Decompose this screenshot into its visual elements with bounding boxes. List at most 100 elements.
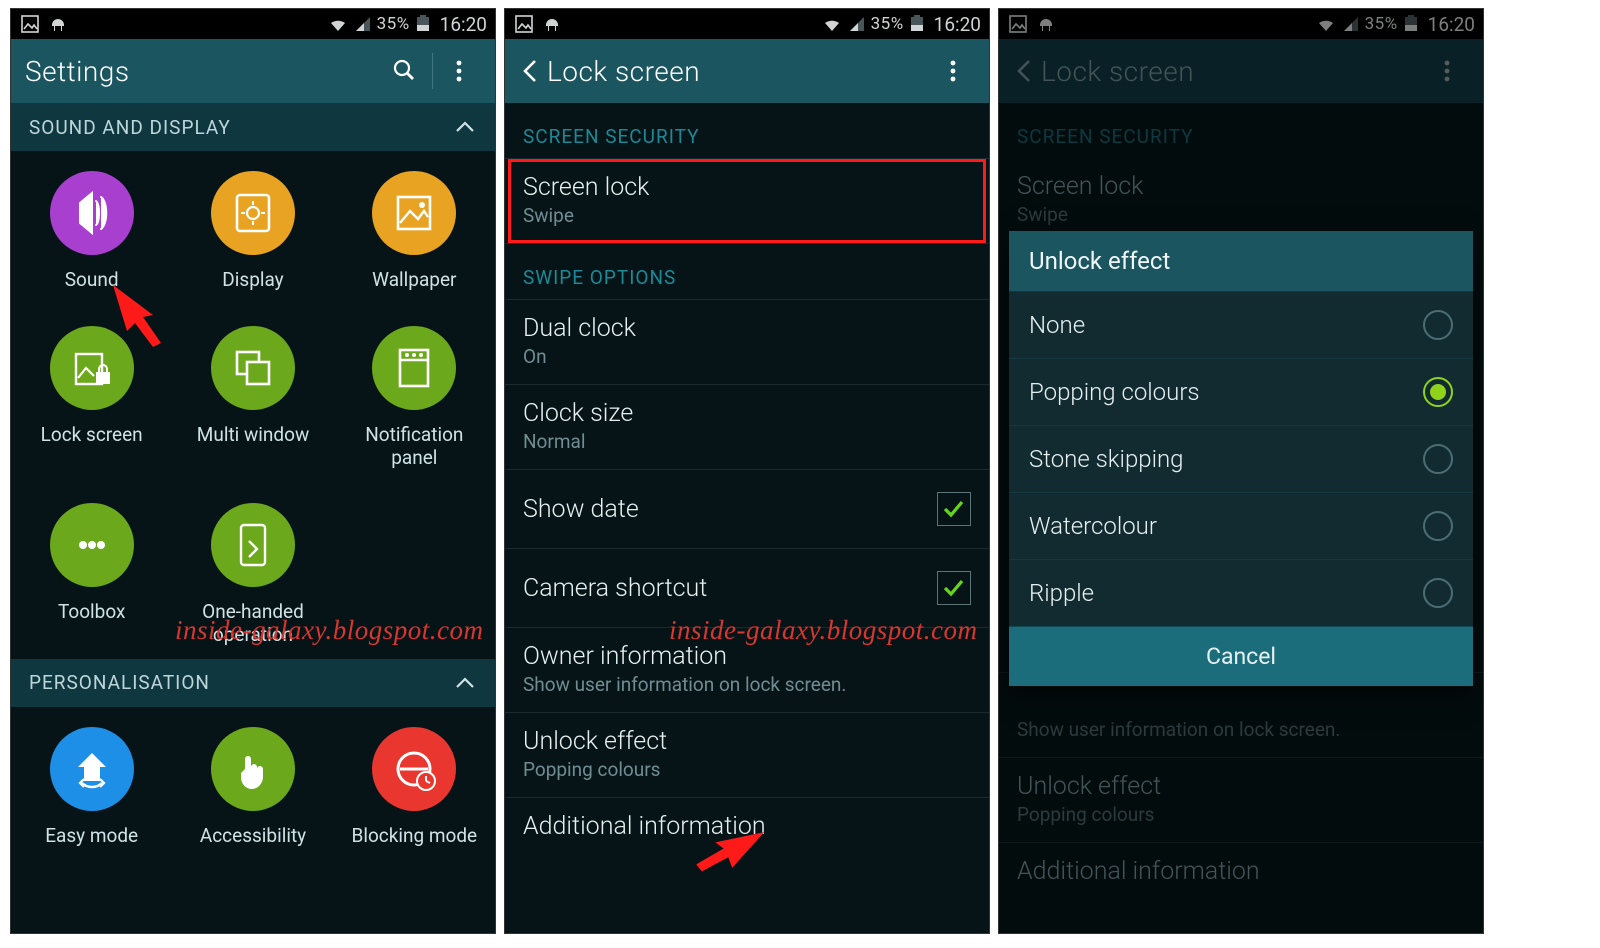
settings-item-onehand[interactable]: One-handed operation (172, 503, 333, 647)
settings-item-label: Accessibility (200, 825, 306, 848)
row-subtitle: On (523, 345, 971, 368)
row-clock-size[interactable]: Clock size Normal (505, 385, 989, 470)
radio-icon[interactable] (1423, 578, 1453, 608)
display-icon (211, 171, 295, 255)
row-subtitle: Normal (523, 430, 971, 453)
row-title: Clock size (523, 399, 971, 428)
radio-selected-icon[interactable] (1423, 377, 1453, 407)
row-screen-lock[interactable]: Screen lock Swipe (505, 158, 989, 244)
hand-icon (211, 727, 295, 811)
settings-item-panel[interactable]: Notification panel (334, 326, 495, 470)
option-popping-colours[interactable]: Popping colours (1009, 359, 1473, 426)
option-watercolour[interactable]: Watercolour (1009, 493, 1473, 560)
row-subtitle: Show user information on lock screen. (523, 673, 971, 696)
gallery-icon (19, 13, 41, 35)
settings-item-label: Notification panel (365, 424, 463, 470)
search-button[interactable] (384, 50, 426, 92)
row-additional-info[interactable]: Additional information (505, 798, 989, 857)
settings-item-block[interactable]: Blocking mode (334, 727, 495, 848)
status-bar: 35% 16:20 (11, 9, 495, 39)
battery-icon (908, 13, 926, 35)
settings-item-display[interactable]: Display (172, 171, 333, 292)
settings-grid-2: Easy mode Accessibility Blocking mode (11, 707, 495, 860)
settings-item-toolbox[interactable]: Toolbox (11, 503, 172, 647)
settings-item-label: One-handed operation (202, 601, 304, 647)
settings-item-label: Sound (65, 269, 119, 292)
radio-icon[interactable] (1423, 310, 1453, 340)
category-sound-display[interactable]: SOUND AND DISPLAY (11, 103, 495, 151)
chevron-up-icon (453, 115, 477, 139)
headphones-icon (47, 13, 69, 35)
multiwindow-icon (211, 326, 295, 410)
clock: 16:20 (440, 13, 487, 36)
page-title: Settings (25, 55, 384, 88)
cancel-button[interactable]: Cancel (1009, 626, 1473, 686)
toolbox-icon (50, 503, 134, 587)
page-title: Lock screen (547, 55, 933, 88)
settings-item-multiwindow[interactable]: Multi window (172, 326, 333, 470)
settings-content: SOUND AND DISPLAY Sound Display Wallpaper L… (11, 103, 495, 860)
block-icon (372, 727, 456, 811)
settings-item-label: Easy mode (45, 825, 138, 848)
row-title: Additional information (523, 812, 971, 841)
onehand-icon (211, 503, 295, 587)
settings-item-wallpaper[interactable]: Wallpaper (334, 171, 495, 292)
speaker-icon (50, 171, 134, 255)
row-unlock-effect[interactable]: Unlock effect Popping colours (505, 713, 989, 798)
settings-item-label: Lock screen (41, 424, 143, 447)
settings-item-hand[interactable]: Accessibility (172, 727, 333, 848)
row-subtitle: Popping colours (523, 758, 971, 781)
overflow-menu[interactable] (439, 50, 481, 92)
category-personalisation[interactable]: PERSONALISATION (11, 659, 495, 707)
checkbox-checked[interactable] (937, 492, 971, 526)
wallpaper-icon (372, 171, 456, 255)
row-camera-shortcut[interactable]: Camera shortcut (505, 549, 989, 628)
option-label: Watercolour (1029, 512, 1423, 540)
row-dual-clock[interactable]: Dual clock On (505, 299, 989, 385)
option-label: Popping colours (1029, 378, 1423, 406)
signal-icon (847, 14, 867, 34)
row-title: Unlock effect (523, 727, 971, 756)
category-label: PERSONALISATION (29, 671, 210, 694)
row-title: Show date (523, 495, 937, 524)
checkbox-checked[interactable] (937, 571, 971, 605)
settings-item-label: Toolbox (58, 601, 125, 624)
signal-icon (353, 14, 373, 34)
section-screen-security: SCREEN SECURITY (505, 103, 989, 158)
row-show-date[interactable]: Show date (505, 470, 989, 549)
option-none[interactable]: None (1009, 292, 1473, 359)
easy-icon (50, 727, 134, 811)
status-bar: 35% 16:20 (505, 9, 989, 39)
lockscreen-list: SCREEN SECURITY Screen lock Swipe SWIPE … (505, 103, 989, 857)
battery-icon (414, 13, 432, 35)
option-stone-skipping[interactable]: Stone skipping (1009, 426, 1473, 493)
radio-icon[interactable] (1423, 444, 1453, 474)
back-button[interactable] (519, 57, 541, 85)
option-label: None (1029, 311, 1423, 339)
settings-item-label: Blocking mode (351, 825, 477, 848)
radio-icon[interactable] (1423, 511, 1453, 541)
row-title: Dual clock (523, 314, 971, 343)
action-bar: Settings (11, 39, 495, 103)
clock: 16:20 (934, 13, 981, 36)
option-ripple[interactable]: Ripple (1009, 560, 1473, 626)
dialog-unlock-effect: Unlock effect None Popping colours Stone s… (1009, 231, 1473, 686)
dialog-title: Unlock effect (1009, 231, 1473, 292)
headphones-icon (541, 13, 563, 35)
wifi-icon (327, 13, 349, 35)
screen-lockscreen: 35% 16:20 Lock screen SCREEN SECURITY Sc… (504, 8, 990, 934)
settings-item-lock[interactable]: Lock screen (11, 326, 172, 470)
settings-item-easy[interactable]: Easy mode (11, 727, 172, 848)
screen-settings: 35% 16:20 Settings SOUND AND DISPLAY Sou… (10, 8, 496, 934)
row-title: Owner information (523, 642, 971, 671)
option-label: Ripple (1029, 579, 1423, 607)
lock-icon (50, 326, 134, 410)
settings-item-speaker[interactable]: Sound (11, 171, 172, 292)
settings-grid-1: Sound Display Wallpaper Lock screen Multi wi… (11, 151, 495, 659)
section-swipe-options: SWIPE OPTIONS (505, 244, 989, 299)
row-owner-info[interactable]: Owner information Show user information … (505, 628, 989, 713)
settings-item-label: Display (222, 269, 283, 292)
panel-icon (372, 326, 456, 410)
battery-percent: 35% (377, 14, 410, 34)
overflow-menu[interactable] (933, 50, 975, 92)
